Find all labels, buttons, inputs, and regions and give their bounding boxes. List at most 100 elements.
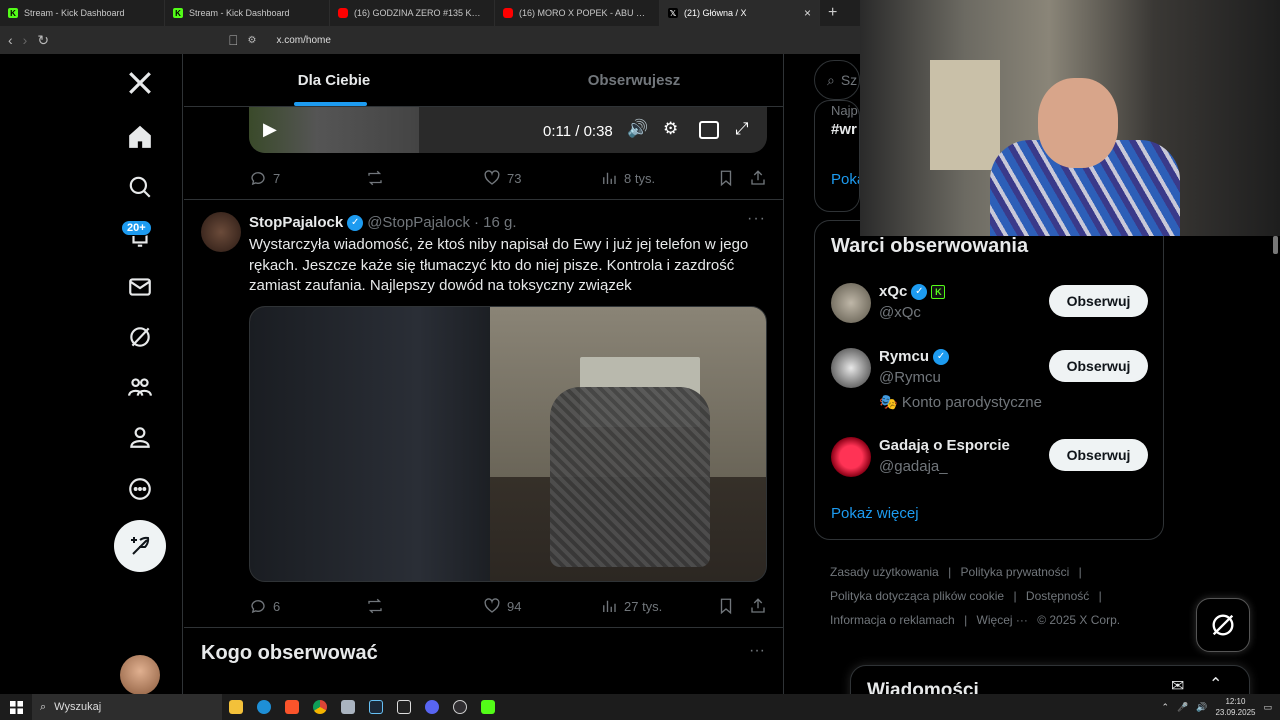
like-button[interactable]: 73 <box>483 169 600 187</box>
video-frame <box>550 387 710 567</box>
follow-button[interactable]: Obserwuj <box>1049 285 1148 317</box>
video-player[interactable]: ▶ 0:11 / 0:38 🔊 ⚙ ⤢ <box>249 107 767 153</box>
avatar[interactable] <box>831 283 871 323</box>
settings-icon[interactable]: ⚙ <box>663 119 678 139</box>
x-logo-button[interactable] <box>115 58 165 108</box>
fullscreen-icon[interactable]: ⤢ <box>735 119 749 139</box>
avatar[interactable] <box>831 437 871 477</box>
play-icon[interactable]: ▶ <box>263 119 277 140</box>
obs-icon[interactable] <box>446 694 474 720</box>
views-button[interactable]: 27 tys. <box>600 597 717 615</box>
cookie-policy-link[interactable]: Polityka dotycząca plików cookie <box>830 589 1004 603</box>
pip-icon[interactable] <box>699 121 719 139</box>
chrome-icon[interactable] <box>306 694 334 720</box>
post-time[interactable]: · 16 g. <box>474 214 517 231</box>
ads-info-link[interactable]: Informacja o reklamach <box>830 613 955 627</box>
x-logo-icon <box>129 72 151 94</box>
more-options-icon[interactable]: ··· <box>749 642 765 660</box>
post-video[interactable] <box>249 306 767 582</box>
file-explorer-icon[interactable] <box>222 694 250 720</box>
volume-icon[interactable]: 🔊 <box>1196 702 1207 713</box>
reply-count: 7 <box>273 170 281 186</box>
tab-following[interactable]: Obserwujesz <box>484 54 783 106</box>
share-icon[interactable] <box>749 169 767 187</box>
notifications-badge: 20+ <box>121 220 152 236</box>
repost-button[interactable] <box>366 169 483 187</box>
browser-tab-x-home[interactable]: 𝕏 (21) Główna / X × <box>660 0 820 26</box>
nav-explore[interactable] <box>115 162 165 212</box>
privacy-link[interactable]: Polityka prywatności <box>961 565 1070 579</box>
close-tab-icon[interactable]: × <box>804 6 811 20</box>
steam-icon[interactable] <box>362 694 390 720</box>
more-link[interactable]: Więcej ··· <box>977 613 1028 627</box>
epic-games-icon[interactable] <box>390 694 418 720</box>
terms-link[interactable]: Zasady użytkowania <box>830 565 939 579</box>
bookmark-icon[interactable] <box>717 597 735 615</box>
url-field[interactable]: x.com/home <box>276 35 330 46</box>
chevron-up-icon[interactable]: ⌃ <box>1161 702 1169 713</box>
account-avatar[interactable] <box>120 655 160 695</box>
nav-home[interactable] <box>115 112 165 162</box>
repost-button[interactable] <box>366 597 483 615</box>
bookmark-icon[interactable] <box>717 169 735 187</box>
follow-button[interactable]: Obserwuj <box>1049 439 1148 471</box>
reply-button[interactable]: 6 <box>249 597 366 615</box>
follow-button[interactable]: Obserwuj <box>1049 350 1148 382</box>
post[interactable]: StopPajalock ✓ @StopPajalock · 16 g. ···… <box>184 200 783 628</box>
reply-count: 6 <box>273 598 281 614</box>
browser-tab-kick-1[interactable]: K Stream - Kick Dashboard <box>0 0 165 26</box>
brave-icon[interactable] <box>278 694 306 720</box>
notifications-icon[interactable]: ▭ <box>1263 702 1272 713</box>
expand-icon[interactable]: ⌃ <box>1209 674 1222 694</box>
accessibility-link[interactable]: Dostępność <box>1026 589 1089 603</box>
reload-icon[interactable]: ↻ <box>37 32 49 49</box>
nav-communities[interactable] <box>115 362 165 412</box>
grok-button[interactable] <box>1196 598 1250 652</box>
forward-icon[interactable]: › <box>23 32 28 48</box>
nav-more[interactable] <box>115 464 165 514</box>
browser-tab-youtube-2[interactable]: (16) MORO X POPEK - ABU DHABI | ( <box>495 0 660 26</box>
like-button[interactable]: 94 <box>483 597 600 615</box>
nav-profile[interactable] <box>115 412 165 462</box>
app-icon[interactable] <box>334 694 362 720</box>
site-info-icon[interactable]: ⚙ <box>247 35 256 46</box>
new-message-icon[interactable]: ✉ <box>1171 676 1184 696</box>
search-input[interactable]: ⌕ Sz <box>814 60 860 100</box>
taskbar-search[interactable]: ⌕ Wyszukaj <box>32 694 222 720</box>
more-options-icon[interactable]: ··· <box>747 210 766 228</box>
author-avatar[interactable] <box>201 212 241 252</box>
nav-grok[interactable] <box>115 312 165 362</box>
kick-icon: K <box>8 8 18 18</box>
avatar[interactable] <box>831 348 871 388</box>
reply-button[interactable]: 7 <box>249 169 366 187</box>
volume-icon[interactable]: 🔊 <box>627 119 648 139</box>
browser-tab-kick-2[interactable]: K Stream - Kick Dashboard <box>165 0 330 26</box>
start-button[interactable] <box>0 694 32 720</box>
nav-messages[interactable] <box>115 262 165 312</box>
author-handle[interactable]: @StopPajalock <box>367 214 470 231</box>
suggestion-gadaja[interactable]: Gadają o Esporcie @gadaja_ Obserwuj <box>831 437 1151 497</box>
trend-hashtag[interactable]: #wr <box>831 121 857 138</box>
kick-icon[interactable] <box>474 694 502 720</box>
share-icon[interactable] <box>749 597 767 615</box>
youtube-icon <box>503 8 513 18</box>
compose-post-button[interactable] <box>114 520 166 572</box>
author-name[interactable]: StopPajalock <box>249 214 343 231</box>
page-scrollbar[interactable] <box>1273 236 1278 254</box>
browser-tab-youtube-1[interactable]: (16) GODZINA ZERO #135 KRZYSZTO <box>330 0 495 26</box>
new-tab-button[interactable]: + <box>820 4 845 22</box>
show-more-link[interactable]: Pokaż więcej <box>831 505 919 522</box>
microphone-icon[interactable]: 🎤 <box>1177 702 1188 713</box>
discord-icon[interactable] <box>418 694 446 720</box>
views-button[interactable]: 8 tys. <box>600 169 717 187</box>
trends-show-more[interactable]: Poka <box>831 171 859 188</box>
reply-icon <box>251 172 265 186</box>
bookmark-icon[interactable]: ⎕ <box>229 32 237 49</box>
suggestion-rymcu[interactable]: Rymcu ✓ @Rymcu 🎭 Konto parodystyczne Obs… <box>831 348 1151 411</box>
repost-icon <box>368 170 382 186</box>
tab-for-you[interactable]: Dla Ciebie <box>184 54 484 106</box>
back-icon[interactable]: ‹ <box>8 32 13 48</box>
suggestion-xqc[interactable]: xQc ✓ K @xQc Obserwuj <box>831 283 1151 343</box>
clock[interactable]: 12:10 23.09.2025 <box>1215 696 1255 718</box>
edge-icon[interactable] <box>250 694 278 720</box>
